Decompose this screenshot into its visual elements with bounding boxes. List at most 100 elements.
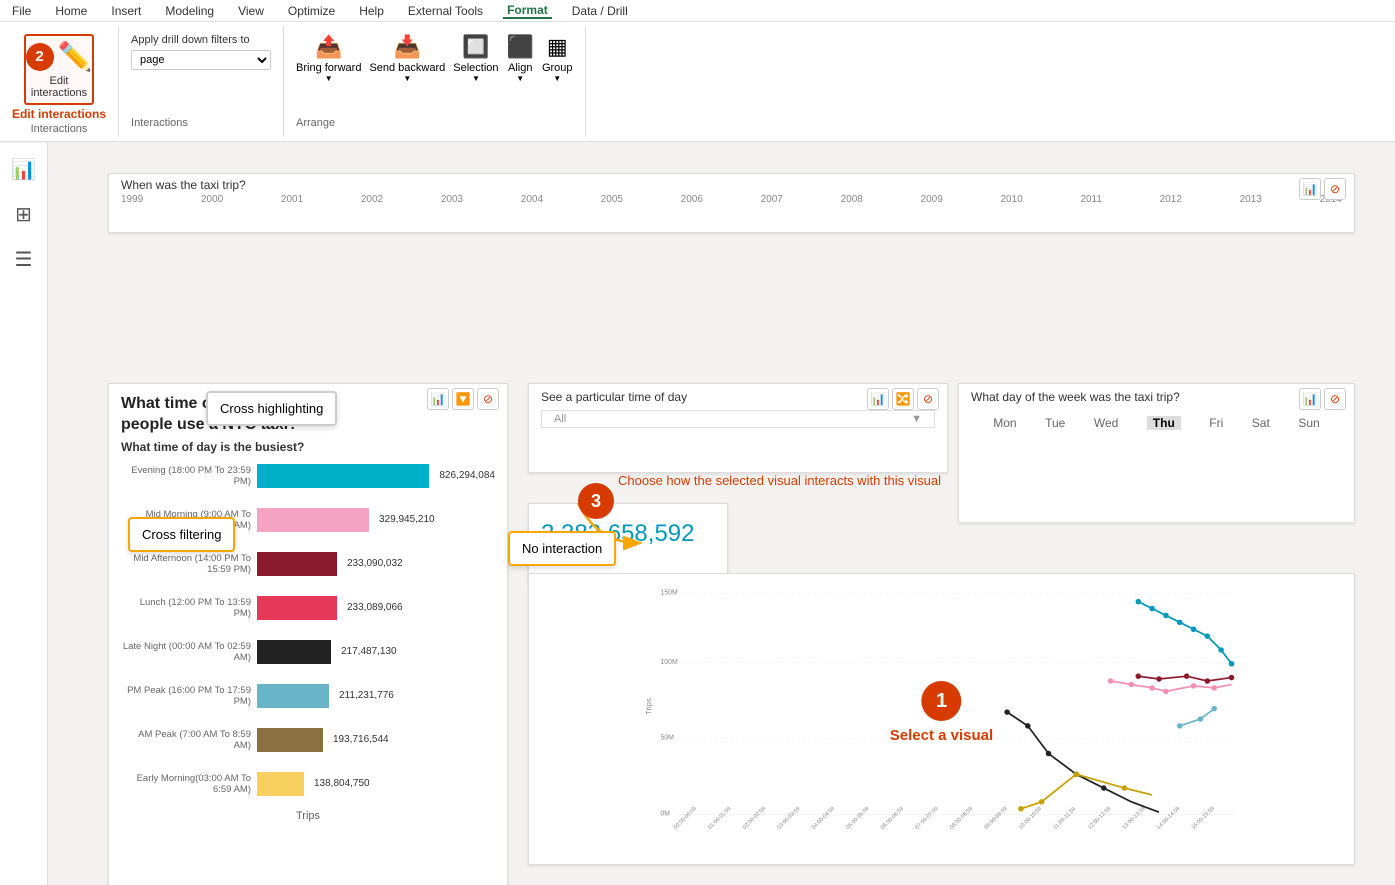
menu-optimize[interactable]: Optimize xyxy=(284,4,339,18)
day-wed: Wed xyxy=(1094,416,1118,430)
align-icon: ⬛ xyxy=(507,34,534,60)
svg-text:50M: 50M xyxy=(660,735,674,742)
svg-text:14:00-14:59: 14:00-14:59 xyxy=(1156,806,1181,831)
ribbon: 2 ✏️ Editinteractions Edit interactions … xyxy=(0,22,1395,142)
timeline-title: When was the taxi trip? xyxy=(109,174,1354,194)
drill-select[interactable]: page xyxy=(131,50,271,70)
interactions-label: Interactions xyxy=(131,117,271,129)
day-thu: Thu xyxy=(1147,416,1181,430)
cross-highlighting-text: Cross highlighting xyxy=(220,401,323,416)
align-label: Align xyxy=(508,62,532,74)
svg-text:04:00-04:59: 04:00-04:59 xyxy=(811,806,836,831)
align-button[interactable]: ⬛ Align ▼ xyxy=(507,34,534,113)
main-canvas: When was the taxi trip? 1999200020012002… xyxy=(48,143,1395,885)
group-icon: ▦ xyxy=(547,34,568,60)
send-backward-button[interactable]: 📥 Send backward ▼ xyxy=(369,34,445,113)
sidebar-list-icon[interactable]: ☰ xyxy=(9,241,39,278)
bar-x-label: Trips xyxy=(109,810,507,822)
send-backward-icon: 📥 xyxy=(394,34,421,60)
day-no-interact-icon[interactable]: ⊘ xyxy=(1324,388,1346,410)
timeline-no-interact-icon[interactable]: ⊘ xyxy=(1324,178,1346,200)
no-interaction-text: No interaction xyxy=(522,541,602,556)
bar-ampeak xyxy=(257,728,323,752)
menu-view[interactable]: View xyxy=(234,4,268,18)
timeline-bar-icon[interactable]: 📊 xyxy=(1299,178,1321,200)
svg-text:07:00-07:59: 07:00-07:59 xyxy=(915,806,940,831)
edit-interactions-btn-label: Editinteractions xyxy=(31,75,87,99)
sidebar-bar-chart-icon[interactable]: 📊 xyxy=(5,151,42,188)
bar-chart-filter-icon[interactable]: 🔽 xyxy=(452,388,474,410)
sidebar-grid-icon[interactable]: ⊞ xyxy=(9,196,38,233)
timeline-vis-icons: 📊 ⊘ xyxy=(1299,178,1346,200)
svg-text:100M: 100M xyxy=(660,659,677,666)
group-arrow: ▼ xyxy=(553,74,561,83)
group-label: Group xyxy=(542,62,573,74)
bring-forward-button[interactable]: 📤 Bring forward ▼ xyxy=(296,34,361,113)
time-filter-alt-icon[interactable]: 🔀 xyxy=(892,388,914,410)
bar-latenight xyxy=(257,640,331,664)
left-sidebar: 📊 ⊞ ☰ xyxy=(0,143,48,885)
menu-file[interactable]: File xyxy=(8,4,35,18)
bar-row-latenight: Late Night (00:00 AM To 02:59 AM) 217,48… xyxy=(109,630,507,674)
select-visual-label: Select a visual xyxy=(890,727,993,744)
time-filter-visual: See a particular time of day All▼ 📊 🔀 ⊘ xyxy=(528,383,948,473)
selection-label: Selection xyxy=(453,62,498,74)
bar-row-pmpeak: PM Peak (16:00 PM To 17:59 PM) 211,231,7… xyxy=(109,674,507,718)
timeline-years: 19992000200120022003 2004200520062007200… xyxy=(109,194,1354,205)
bar-midafternoon xyxy=(257,552,337,576)
menu-insert[interactable]: Insert xyxy=(107,4,145,18)
no-interaction-callout: No interaction xyxy=(508,531,616,566)
time-filter-no-interact-icon[interactable]: ⊘ xyxy=(917,388,939,410)
day-visual: What day of the week was the taxi trip? … xyxy=(958,383,1355,523)
svg-text:Trips: Trips xyxy=(644,698,653,715)
svg-text:05:00-05:59: 05:00-05:59 xyxy=(845,806,870,831)
align-arrow: ▼ xyxy=(516,74,524,83)
day-vis-icons: 📊 ⊘ xyxy=(1299,388,1346,410)
menu-modeling[interactable]: Modeling xyxy=(161,4,218,18)
group-button[interactable]: ▦ Group ▼ xyxy=(542,34,573,113)
choose-interaction-callout: Choose how the selected visual interacts… xyxy=(618,473,941,488)
day-labels-row: Mon Tue Wed Thu Fri Sat Sun xyxy=(959,406,1354,440)
menu-help[interactable]: Help xyxy=(355,4,388,18)
day-sat: Sat xyxy=(1252,416,1270,430)
svg-text:06:00-06:59: 06:00-06:59 xyxy=(880,806,905,831)
svg-text:09:00-09:59: 09:00-09:59 xyxy=(984,806,1009,831)
step1-container: 1 Select a visual xyxy=(890,681,993,744)
bar-chart-bar-icon[interactable]: 📊 xyxy=(427,388,449,410)
time-filter-bar-icon[interactable]: 📊 xyxy=(867,388,889,410)
menu-external-tools[interactable]: External Tools xyxy=(404,4,487,18)
bring-forward-label: Bring forward xyxy=(296,62,361,74)
svg-text:12:00-12:59: 12:00-12:59 xyxy=(1087,806,1112,831)
day-bar-icon[interactable]: 📊 xyxy=(1299,388,1321,410)
bar-evening xyxy=(257,464,429,488)
bar-row-evening: Evening (18:00 PM To 23:59 PM) 826,294,0… xyxy=(109,454,507,498)
bring-forward-icon: 📤 xyxy=(315,34,342,60)
drill-label: Apply drill down filters to xyxy=(131,34,271,46)
scatter-visual: 150M 100M 50M 0M Trips 00:00-00:59 01:00… xyxy=(528,573,1355,865)
svg-text:02:00-02:59: 02:00-02:59 xyxy=(742,806,767,831)
bar-lunch xyxy=(257,596,337,620)
svg-text:11:00-11:59: 11:00-11:59 xyxy=(1053,806,1077,830)
svg-text:00:00-00:59: 00:00-00:59 xyxy=(673,806,698,831)
bring-forward-arrow: ▼ xyxy=(325,74,333,83)
send-backward-arrow: ▼ xyxy=(403,74,411,83)
menu-format[interactable]: Format xyxy=(503,3,552,19)
time-filter-all[interactable]: All▼ xyxy=(541,410,935,428)
edit-interactions-label: Edit interactions xyxy=(12,107,106,121)
menu-data-drill[interactable]: Data / Drill xyxy=(568,4,632,18)
edit-interactions-icon: ✏️ xyxy=(58,40,93,73)
bar-midmorning xyxy=(257,508,369,532)
bar-chart-no-interact-icon[interactable]: ⊘ xyxy=(477,388,499,410)
day-tue: Tue xyxy=(1045,416,1065,430)
bar-row-earlymorning: Early Morning(03:00 AM To 6:59 AM) 138,8… xyxy=(109,762,507,806)
day-fri: Fri xyxy=(1209,416,1223,430)
menu-bar: File Home Insert Modeling View Optimize … xyxy=(0,0,1395,22)
menu-home[interactable]: Home xyxy=(51,4,91,18)
day-mon: Mon xyxy=(993,416,1016,430)
selection-arrow: ▼ xyxy=(472,74,480,83)
edit-interactions-button[interactable]: 2 ✏️ Editinteractions xyxy=(24,34,94,105)
bar-earlymorning xyxy=(257,772,304,796)
bar-row-ampeak: AM Peak (7:00 AM To 8:59 AM) 193,716,544 xyxy=(109,718,507,762)
selection-icon: 🔲 xyxy=(462,34,489,60)
selection-button[interactable]: 🔲 Selection ▼ xyxy=(453,34,498,113)
